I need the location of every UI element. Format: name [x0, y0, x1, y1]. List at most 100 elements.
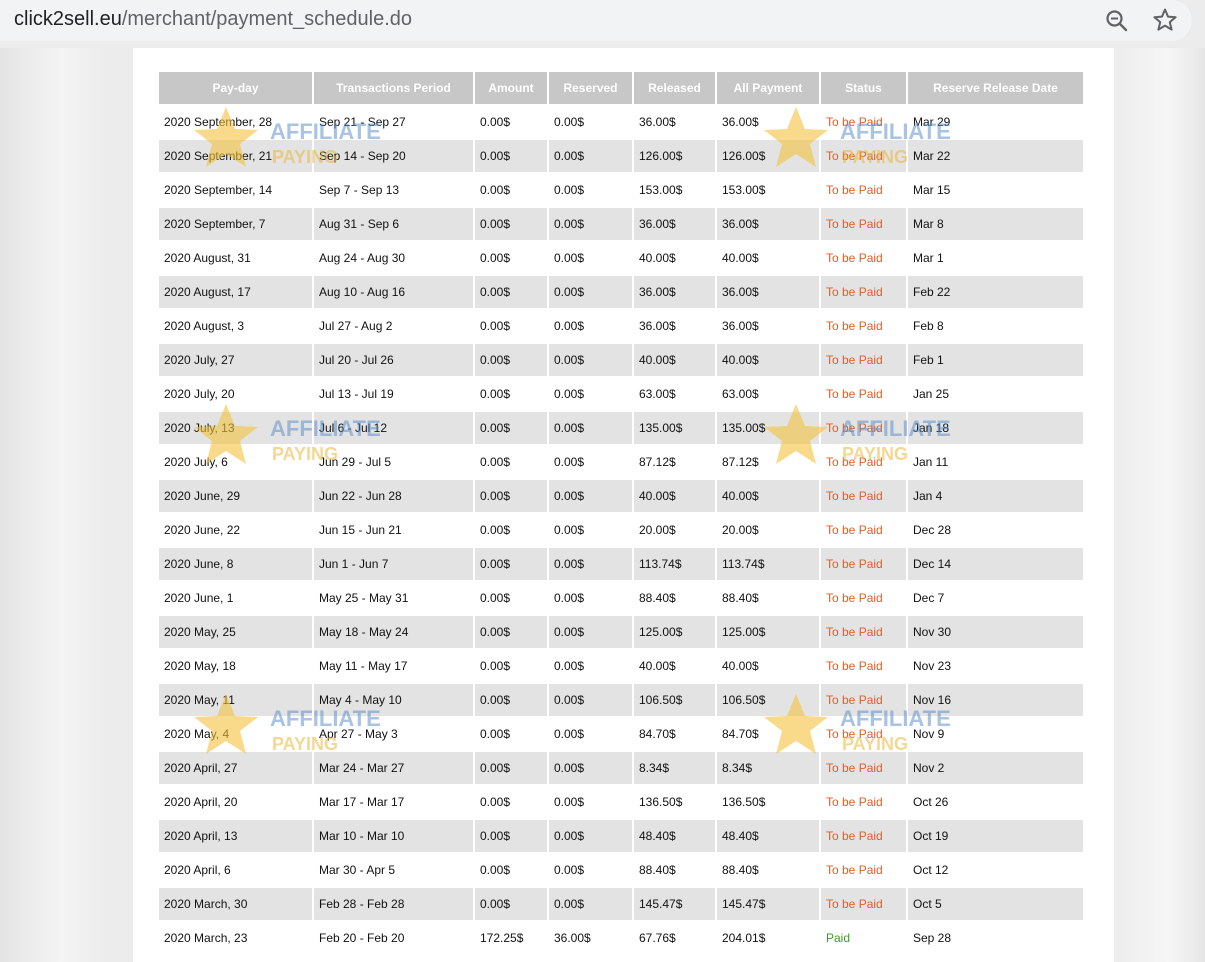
cell-released: 48.40$ [634, 820, 715, 852]
cell-payday: 2020 June, 8 [159, 548, 312, 580]
cell-amount: 0.00$ [475, 888, 547, 920]
cell-released: 125.00$ [634, 616, 715, 648]
table-row: 2020 September, 21 Sep 14 - Sep 20 0.00$ 0.… [159, 140, 1083, 172]
cell-status: To be Paid [821, 718, 906, 750]
cell-reserved: 0.00$ [549, 752, 632, 784]
cell-transactions-period: Sep 14 - Sep 20 [314, 140, 473, 172]
cell-transactions-period: Jun 15 - Jun 21 [314, 514, 473, 546]
cell-payday: 2020 June, 29 [159, 480, 312, 512]
cell-status: To be Paid [821, 888, 906, 920]
cell-reserve-release-date: Mar 1 [908, 242, 1083, 274]
cell-payday: 2020 September, 14 [159, 174, 312, 206]
cell-amount: 0.00$ [475, 378, 547, 410]
cell-amount: 0.00$ [475, 480, 547, 512]
cell-all-payment: 36.00$ [717, 276, 819, 308]
cell-status: To be Paid [821, 344, 906, 376]
cell-transactions-period: May 18 - May 24 [314, 616, 473, 648]
cell-payday: 2020 August, 3 [159, 310, 312, 342]
cell-transactions-period: May 11 - May 17 [314, 650, 473, 682]
cell-amount: 0.00$ [475, 208, 547, 240]
star-icon[interactable] [1152, 7, 1178, 33]
cell-amount: 0.00$ [475, 310, 547, 342]
table-row: 2020 July, 27 Jul 20 - Jul 26 0.00$ 0.00$ 40… [159, 344, 1083, 376]
cell-reserve-release-date: Dec 7 [908, 582, 1083, 614]
table-header-row: Pay-day Transactions Period Amount Reserved… [159, 72, 1083, 104]
cell-reserve-release-date: Jan 11 [908, 446, 1083, 478]
cell-reserved: 0.00$ [549, 174, 632, 206]
cell-amount: 0.00$ [475, 820, 547, 852]
cell-transactions-period: Feb 20 - Feb 20 [314, 922, 473, 954]
cell-transactions-period: Aug 10 - Aug 16 [314, 276, 473, 308]
cell-all-payment: 8.34$ [717, 752, 819, 784]
table-row: 2020 April, 27 Mar 24 - Mar 27 0.00$ 0.00$ 8… [159, 752, 1083, 784]
cell-amount: 0.00$ [475, 616, 547, 648]
cell-all-payment: 106.50$ [717, 684, 819, 716]
cell-payday: 2020 April, 6 [159, 854, 312, 886]
cell-released: 113.74$ [634, 548, 715, 580]
table-row: 2020 September, 28 Sep 21 - Sep 27 0.00$ 0.… [159, 106, 1083, 138]
cell-released: 126.00$ [634, 140, 715, 172]
cell-reserved: 0.00$ [549, 820, 632, 852]
zoom-magnifier-icon[interactable] [1104, 8, 1130, 34]
header-status: Status [821, 72, 906, 104]
cell-reserve-release-date: Nov 9 [908, 718, 1083, 750]
cell-reserved: 36.00$ [549, 922, 632, 954]
address-bar[interactable]: click2sell.eu/merchant/payment_schedule.… [0, 0, 1192, 41]
cell-transactions-period: Jul 20 - Jul 26 [314, 344, 473, 376]
cell-amount: 0.00$ [475, 106, 547, 138]
cell-transactions-period: Aug 31 - Sep 6 [314, 208, 473, 240]
cell-released: 135.00$ [634, 412, 715, 444]
cell-released: 36.00$ [634, 310, 715, 342]
cell-transactions-period: May 4 - May 10 [314, 684, 473, 716]
cell-payday: 2020 July, 20 [159, 378, 312, 410]
cell-amount: 0.00$ [475, 446, 547, 478]
cell-reserve-release-date: Nov 16 [908, 684, 1083, 716]
cell-reserve-release-date: Dec 14 [908, 548, 1083, 580]
cell-amount: 0.00$ [475, 412, 547, 444]
cell-transactions-period: Jul 6 - Jul 12 [314, 412, 473, 444]
cell-reserve-release-date: Dec 28 [908, 514, 1083, 546]
cell-amount: 0.00$ [475, 854, 547, 886]
cell-released: 36.00$ [634, 208, 715, 240]
cell-all-payment: 88.40$ [717, 582, 819, 614]
url-text[interactable]: click2sell.eu/merchant/payment_schedule.… [14, 8, 412, 31]
table-row: 2020 August, 31 Aug 24 - Aug 30 0.00$ 0.00$… [159, 242, 1083, 274]
cell-payday: 2020 August, 17 [159, 276, 312, 308]
cell-all-payment: 88.40$ [717, 854, 819, 886]
cell-reserved: 0.00$ [549, 616, 632, 648]
cell-released: 8.34$ [634, 752, 715, 784]
cell-reserved: 0.00$ [549, 242, 632, 274]
cell-reserved: 0.00$ [549, 888, 632, 920]
cell-transactions-period: Sep 21 - Sep 27 [314, 106, 473, 138]
cell-payday: 2020 August, 31 [159, 242, 312, 274]
cell-payday: 2020 September, 21 [159, 140, 312, 172]
cell-payday: 2020 April, 20 [159, 786, 312, 818]
cell-all-payment: 145.47$ [717, 888, 819, 920]
table-row: 2020 June, 22 Jun 15 - Jun 21 0.00$ 0.00$ 20… [159, 514, 1083, 546]
cell-payday: 2020 July, 27 [159, 344, 312, 376]
cell-payday: 2020 May, 4 [159, 718, 312, 750]
table-row: 2020 May, 4 Apr 27 - May 3 0.00$ 0.00$ 84.70… [159, 718, 1083, 750]
cell-released: 145.47$ [634, 888, 715, 920]
table-row: 2020 April, 20 Mar 17 - Mar 17 0.00$ 0.00$ 1… [159, 786, 1083, 818]
header-transactions-period: Transactions Period [314, 72, 473, 104]
cell-transactions-period: Jul 27 - Aug 2 [314, 310, 473, 342]
cell-reserved: 0.00$ [549, 276, 632, 308]
cell-all-payment: 40.00$ [717, 650, 819, 682]
table-row: 2020 September, 7 Aug 31 - Sep 6 0.00$ 0.00… [159, 208, 1083, 240]
cell-payday: 2020 April, 27 [159, 752, 312, 784]
cell-reserve-release-date: Jan 25 [908, 378, 1083, 410]
header-payday: Pay-day [159, 72, 312, 104]
cell-released: 40.00$ [634, 344, 715, 376]
cell-status: To be Paid [821, 412, 906, 444]
cell-reserved: 0.00$ [549, 548, 632, 580]
cell-reserved: 0.00$ [549, 854, 632, 886]
cell-all-payment: 153.00$ [717, 174, 819, 206]
cell-amount: 0.00$ [475, 242, 547, 274]
cell-all-payment: 87.12$ [717, 446, 819, 478]
cell-all-payment: 40.00$ [717, 242, 819, 274]
cell-amount: 0.00$ [475, 276, 547, 308]
cell-reserve-release-date: Jan 4 [908, 480, 1083, 512]
cell-status: To be Paid [821, 684, 906, 716]
cell-status: To be Paid [821, 650, 906, 682]
